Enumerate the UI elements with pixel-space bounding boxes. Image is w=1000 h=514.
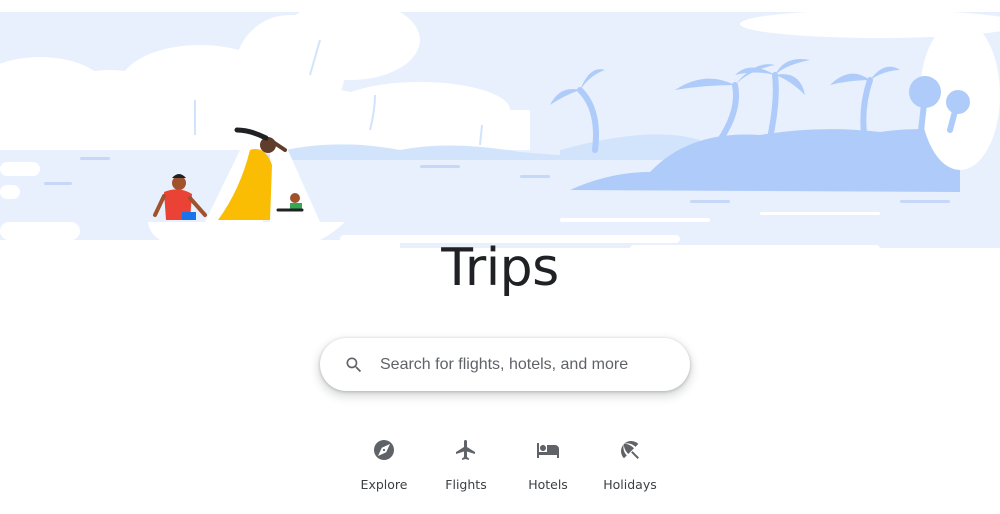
hero-illustration (0, 0, 1000, 275)
beach-umbrella-icon (618, 438, 642, 462)
category-nav: Explore Flights Hotels Holidays (343, 428, 671, 492)
compass-icon (372, 438, 396, 462)
nav-holidays-label: Holidays (603, 477, 657, 492)
search-input[interactable] (378, 354, 682, 375)
airplane-icon (454, 438, 478, 462)
search-icon (344, 355, 364, 375)
page-title: Trips (441, 238, 559, 298)
nav-flights[interactable]: Flights (425, 428, 507, 492)
bed-icon (536, 438, 560, 462)
nav-hotels[interactable]: Hotels (507, 428, 589, 492)
nav-explore-label: Explore (360, 477, 408, 492)
nav-explore[interactable]: Explore (343, 428, 425, 492)
nav-flights-label: Flights (445, 477, 487, 492)
nav-hotels-label: Hotels (528, 477, 568, 492)
search-box[interactable] (320, 338, 690, 391)
nav-holidays[interactable]: Holidays (589, 428, 671, 492)
